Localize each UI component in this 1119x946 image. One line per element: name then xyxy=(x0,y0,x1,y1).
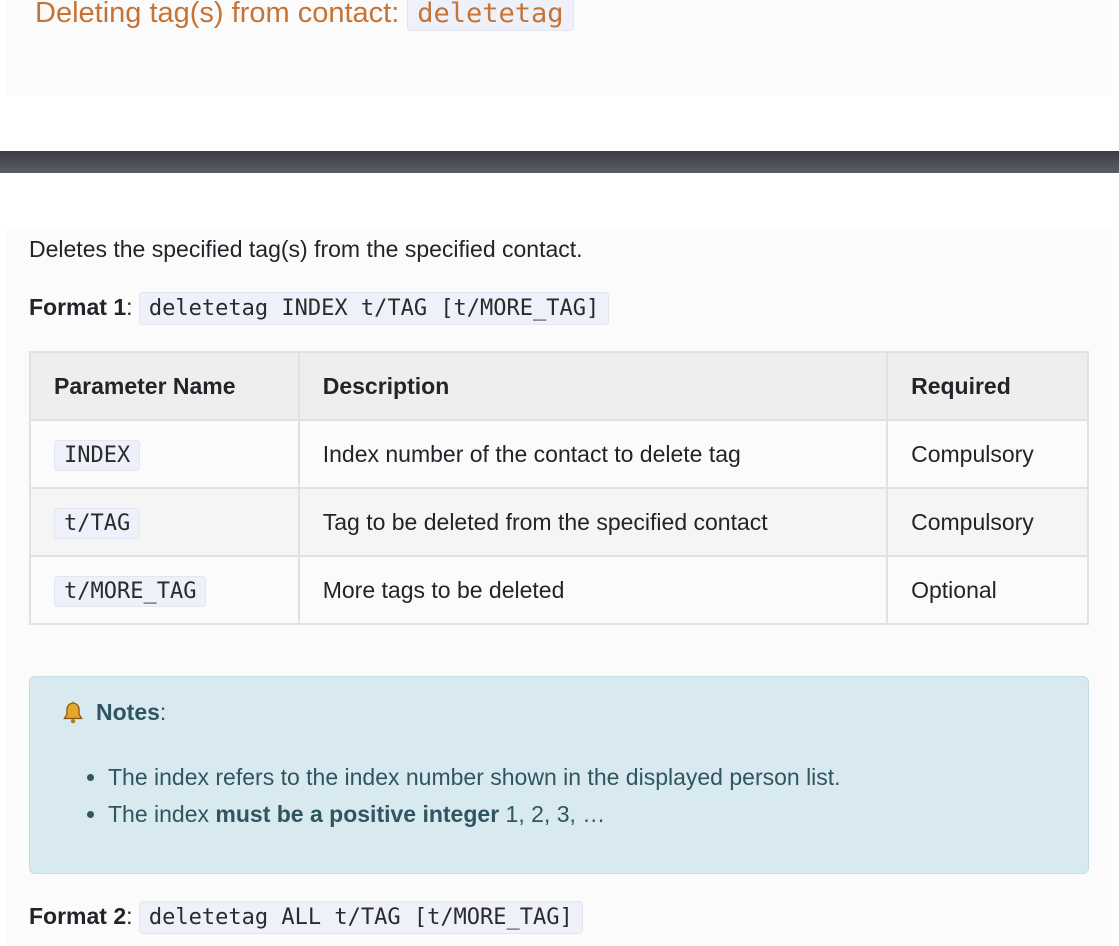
format-2-line: Format 2: deletetag ALL t/TAG [t/MORE_TA… xyxy=(29,901,583,934)
description-cell: More tags to be deleted xyxy=(297,555,889,625)
required-cell: Optional xyxy=(886,555,1089,625)
format-2-label: Format 2 xyxy=(29,903,127,929)
header-required: Required xyxy=(886,351,1089,421)
format-1-colon: : xyxy=(126,294,133,320)
note-text: The index xyxy=(108,801,216,827)
notes-list: The index refers to the index number sho… xyxy=(78,759,841,833)
param-cell: t/TAG xyxy=(29,487,300,557)
notes-title: Notes xyxy=(96,699,160,725)
param-code: INDEX xyxy=(54,439,141,471)
required-cell: Compulsory xyxy=(886,487,1089,557)
notes-colon: : xyxy=(159,699,167,725)
param-cell: t/MORE_TAG xyxy=(29,555,300,625)
divider-bar xyxy=(0,151,1119,173)
parameter-table: Parameter Name Description Required INDE… xyxy=(29,351,1089,625)
header-parameter-name: Parameter Name xyxy=(29,351,300,421)
param-code: t/TAG xyxy=(54,507,141,539)
bell-icon xyxy=(63,701,83,723)
section-heading: Deleting tag(s) from contact: deletetag xyxy=(35,0,574,31)
note-text: 1, 2, 3, … xyxy=(499,801,606,827)
param-code: t/MORE_TAG xyxy=(54,575,207,607)
format-1-line: Format 1: deletetag INDEX t/TAG [t/MORE_… xyxy=(29,292,610,325)
description-cell: Index number of the contact to delete ta… xyxy=(297,419,889,489)
table-header-row: Parameter Name Description Required xyxy=(29,351,1089,421)
description-cell: Tag to be deleted from the specified con… xyxy=(297,487,889,557)
list-item: The index refers to the index number sho… xyxy=(108,759,841,796)
format-1-code: deletetag INDEX t/TAG [t/MORE_TAG] xyxy=(138,292,610,325)
table-row: t/TAG Tag to be deleted from the specifi… xyxy=(29,487,1089,557)
header-description: Description xyxy=(297,351,889,421)
heading-text: Deleting tag(s) from contact: xyxy=(35,0,400,29)
format-2-colon: : xyxy=(126,903,133,929)
notes-callout: Notes: The index refers to the index num… xyxy=(29,676,1089,874)
list-item: The index must be a positive integer 1, … xyxy=(108,796,841,833)
command-description: Deletes the specified tag(s) from the sp… xyxy=(29,236,583,262)
table-row: t/MORE_TAG More tags to be deleted Optio… xyxy=(29,555,1089,625)
heading-command-code: deletetag xyxy=(407,0,574,31)
format-2-code: deletetag ALL t/TAG [t/MORE_TAG] xyxy=(138,901,583,934)
note-emphasis: must be a positive integer xyxy=(215,801,500,827)
notes-heading: Notes: xyxy=(60,699,166,726)
param-cell: INDEX xyxy=(29,419,300,489)
required-cell: Compulsory xyxy=(886,419,1089,489)
format-1-label: Format 1 xyxy=(29,294,127,320)
section-heading-container: Deleting tag(s) from contact: deletetag xyxy=(6,0,1112,96)
table-row: INDEX Index number of the contact to del… xyxy=(29,419,1089,489)
